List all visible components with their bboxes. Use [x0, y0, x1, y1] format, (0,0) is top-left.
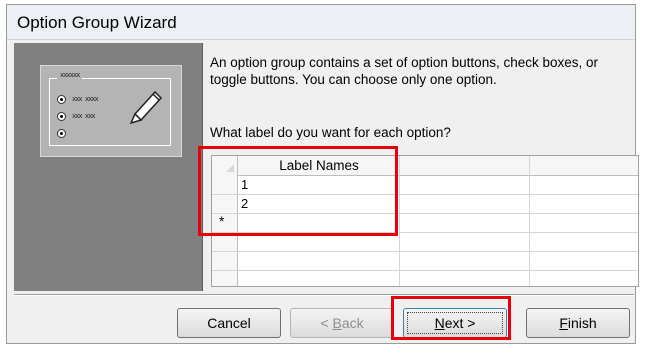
- cancel-button-label: Cancel: [207, 315, 251, 331]
- back-button-prefix: <: [320, 315, 333, 331]
- wizard-question: What label do you want for each option?: [210, 125, 451, 140]
- grid-column-line: [399, 156, 400, 286]
- finish-button-suffix: inish: [567, 315, 597, 331]
- illustration-frame-label: xxxxxx: [57, 71, 83, 79]
- window-title: Option Group Wizard: [17, 13, 177, 32]
- grid-row-line: [212, 270, 638, 271]
- back-button[interactable]: < Back: [290, 308, 394, 338]
- illustration-option-1: xxx xxxx: [72, 95, 99, 103]
- grid-column-line: [529, 156, 530, 286]
- wizard-illustration: xxxxxx xxx xxxx xxx xxx: [14, 43, 203, 291]
- finish-button-mnemonic: F: [559, 315, 568, 331]
- next-button-highlight: [391, 296, 511, 340]
- radio-selected-icon: [57, 129, 66, 138]
- finish-button[interactable]: Finish: [526, 308, 630, 338]
- button-divider: [14, 294, 634, 296]
- label-column-highlight: [198, 146, 398, 236]
- back-button-mnemonic: B: [332, 315, 342, 331]
- pencil-icon: [129, 90, 163, 124]
- illustration-option-2: xxx xxx: [72, 112, 95, 120]
- wizard-description: An option group contains a set of option…: [210, 55, 598, 87]
- option-group-picture: xxxxxx xxx xxxx xxx xxx: [40, 65, 182, 157]
- radio-selected-icon: [57, 112, 66, 121]
- title-bar[interactable]: Option Group Wizard: [7, 5, 635, 40]
- back-button-suffix: ack: [341, 315, 364, 331]
- grid-row-line: [212, 251, 638, 252]
- radio-selected-icon: [57, 95, 66, 104]
- cancel-button[interactable]: Cancel: [177, 308, 281, 338]
- option-group-wizard-window: Option Group Wizard xxxxxx xxx xxxx xxx …: [6, 4, 639, 344]
